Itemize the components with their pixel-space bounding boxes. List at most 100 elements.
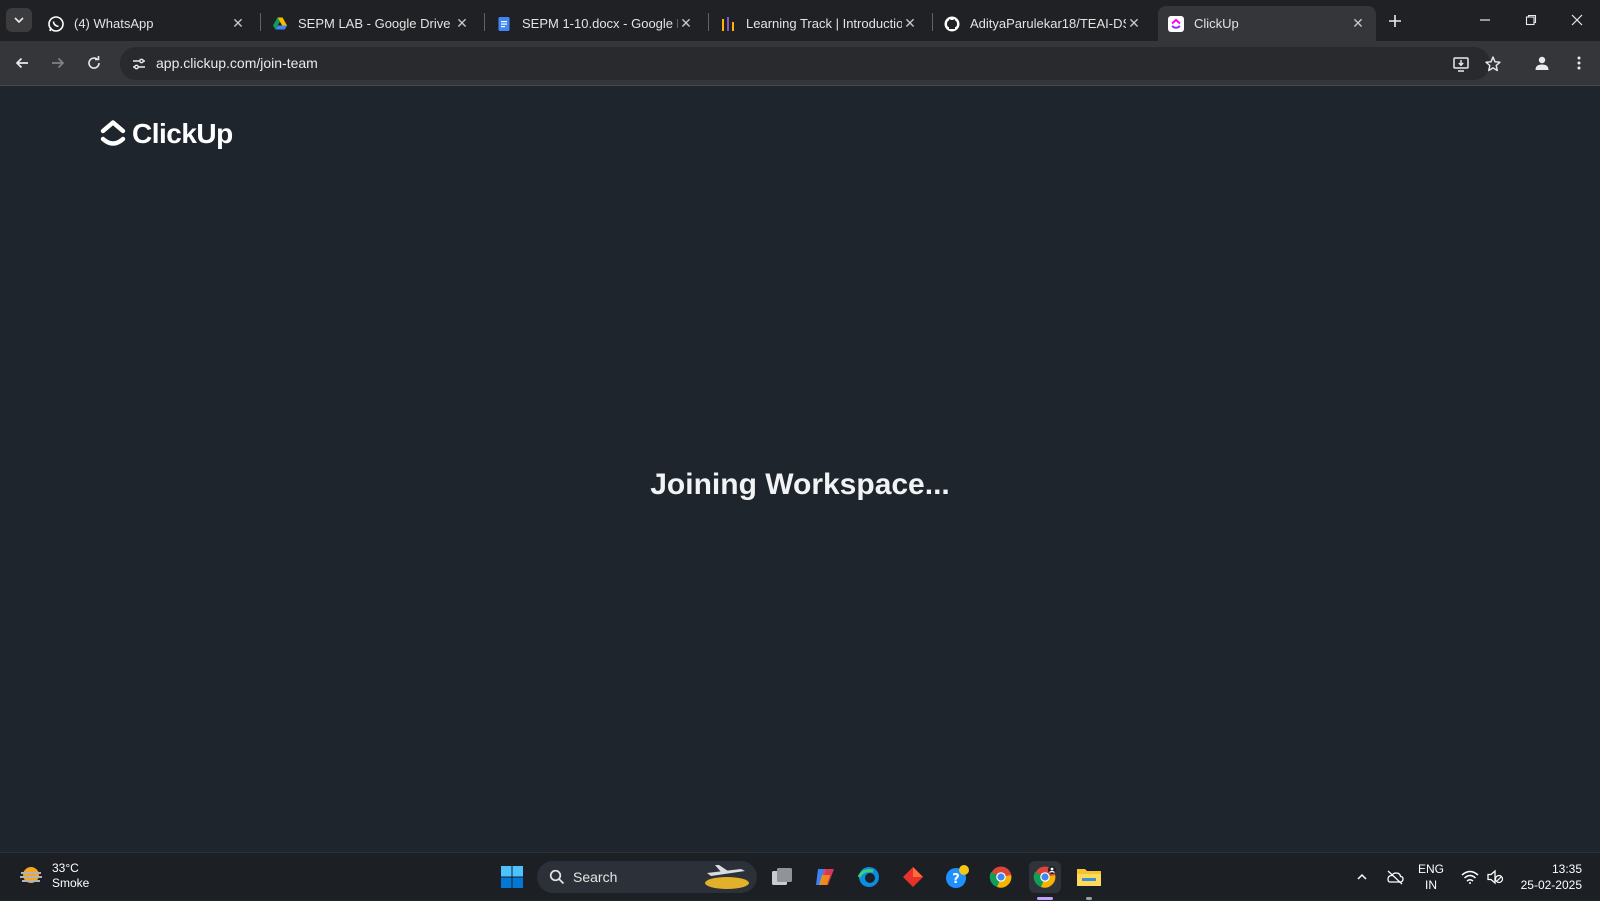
restore-icon — [1525, 14, 1537, 26]
tab-learning-track[interactable]: Learning Track | Introduction ✕ — [710, 6, 928, 41]
weather-temperature: 33°C — [52, 861, 79, 875]
browser-tab-strip: (4) WhatsApp ✕ SEPM LAB - Google Drive ✕… — [0, 0, 1600, 41]
learning-track-icon — [720, 16, 736, 32]
tab-github[interactable]: AdityaParulekar18/TEAI-DS_S ✕ — [934, 6, 1152, 41]
weather-widget[interactable]: 33°C Smoke — [18, 861, 89, 891]
profile-icon — [1535, 56, 1549, 70]
browser-toolbar: app.clickup.com/join-team — [0, 41, 1600, 86]
bookmark-star-icon[interactable] — [1482, 53, 1504, 75]
tab-divider — [708, 13, 709, 31]
url-text: app.clickup.com/join-team — [156, 55, 318, 71]
close-icon[interactable]: ✕ — [454, 15, 470, 32]
arrow-left-icon — [15, 57, 28, 69]
region-code: IN — [1425, 878, 1437, 892]
clickup-icon — [1168, 15, 1184, 32]
edge-icon — [857, 867, 879, 887]
close-icon[interactable]: ✕ — [678, 15, 694, 32]
language-code: ENG — [1418, 862, 1445, 876]
tab-divider — [484, 13, 485, 31]
weather-description: Smoke — [52, 876, 90, 890]
search-label: Search — [573, 869, 618, 885]
tab-clickup[interactable]: ClickUp ✕ — [1158, 6, 1376, 41]
taskbar-search[interactable]: Search — [537, 861, 757, 893]
close-icon[interactable]: ✕ — [902, 15, 918, 32]
svg-text:?: ? — [952, 872, 960, 887]
wifi-icon — [1461, 870, 1479, 884]
chrome-icon — [989, 866, 1012, 888]
clickup-logo-icon — [100, 120, 126, 146]
logo-text: ClickUp — [132, 118, 233, 149]
tab-title: ClickUp — [1194, 16, 1239, 31]
tab-divider — [260, 13, 261, 31]
windows-taskbar: 33°C Smoke Search ? ENG IN 13:35 25-02-2… — [0, 852, 1600, 900]
volume-status[interactable] — [1484, 853, 1506, 901]
joining-status-message: Joining Workspace... — [650, 468, 950, 501]
cloud-off-icon — [1387, 870, 1404, 885]
tab-title: (4) WhatsApp — [74, 16, 154, 31]
tab-search-button[interactable] — [6, 8, 32, 32]
copilot-button[interactable] — [809, 861, 841, 893]
clock-date: 25-02-2025 — [1520, 878, 1582, 892]
close-icon[interactable]: ✕ — [1350, 15, 1366, 32]
help-icon: ? — [946, 865, 969, 888]
new-tab-button[interactable] — [1383, 9, 1407, 33]
google-drive-icon — [272, 16, 288, 32]
show-hidden-icons-button[interactable] — [1350, 853, 1374, 901]
tab-title: AdityaParulekar18/TEAI-DS_S — [970, 16, 1126, 31]
file-explorer-button[interactable] — [1073, 861, 1105, 893]
arrow-right-icon — [52, 57, 65, 69]
search-icon — [549, 869, 565, 885]
address-bar[interactable]: app.clickup.com/join-team — [120, 47, 1501, 80]
windows-logo-icon — [501, 866, 523, 888]
close-icon[interactable]: ✕ — [230, 15, 246, 32]
task-view-button[interactable] — [766, 861, 798, 893]
close-icon — [1571, 14, 1583, 26]
back-button[interactable] — [8, 49, 36, 77]
copilot-icon — [816, 869, 834, 885]
site-settings-icon[interactable] — [128, 53, 150, 75]
tab-google-drive[interactable]: SEPM LAB - Google Drive ✕ — [262, 6, 480, 41]
browser-menu-button[interactable] — [1565, 49, 1593, 77]
whatsapp-icon — [48, 15, 64, 32]
onedrive-button[interactable] — [1382, 853, 1408, 901]
github-icon — [944, 16, 960, 32]
reload-icon — [88, 56, 100, 69]
folder-icon — [1077, 869, 1101, 886]
reload-button[interactable] — [80, 49, 108, 77]
chrome-button[interactable] — [985, 861, 1017, 893]
minimize-icon — [1480, 19, 1490, 21]
plus-icon — [1389, 15, 1401, 27]
search-highlight-airplane-icon — [705, 865, 749, 889]
tab-divider — [932, 13, 933, 31]
language-indicator[interactable]: ENG IN — [1418, 861, 1444, 893]
clickup-page: ClickUp Joining Workspace... — [0, 86, 1600, 852]
wifi-status[interactable] — [1458, 853, 1482, 901]
profile-button[interactable] — [1528, 49, 1556, 77]
more-vertical-icon — [1577, 56, 1581, 70]
clickup-logo[interactable]: ClickUp — [100, 118, 233, 150]
restore-button[interactable] — [1508, 0, 1554, 40]
chevron-down-icon — [14, 17, 24, 24]
close-icon[interactable]: ✕ — [1126, 15, 1142, 32]
system-clock[interactable]: 13:35 25-02-2025 — [1521, 861, 1582, 893]
tab-title: Learning Track | Introduction — [746, 16, 902, 31]
chrome-profile-icon — [1033, 866, 1056, 888]
chevron-up-icon — [1357, 873, 1367, 880]
tab-whatsapp[interactable]: (4) WhatsApp ✕ — [38, 6, 256, 41]
forward-button[interactable] — [44, 49, 72, 77]
get-help-button[interactable]: ? — [941, 861, 973, 893]
speaker-muted-icon — [1487, 869, 1504, 885]
tab-title: SEPM 1-10.docx - Google Do — [522, 16, 678, 31]
chrome-profile-button[interactable] — [1029, 861, 1061, 893]
install-app-icon[interactable] — [1450, 53, 1472, 75]
clock-time: 13:35 — [1551, 862, 1582, 876]
edge-button[interactable] — [853, 861, 885, 893]
minimize-button[interactable] — [1462, 0, 1508, 40]
tab-google-docs[interactable]: SEPM 1-10.docx - Google Do ✕ — [486, 6, 704, 41]
task-view-icon — [772, 868, 792, 885]
close-window-button[interactable] — [1554, 0, 1600, 40]
weather-smoke-icon — [20, 867, 42, 883]
app-red-diamond-button[interactable] — [897, 861, 929, 893]
google-docs-icon — [496, 16, 512, 32]
start-button[interactable] — [496, 861, 528, 893]
